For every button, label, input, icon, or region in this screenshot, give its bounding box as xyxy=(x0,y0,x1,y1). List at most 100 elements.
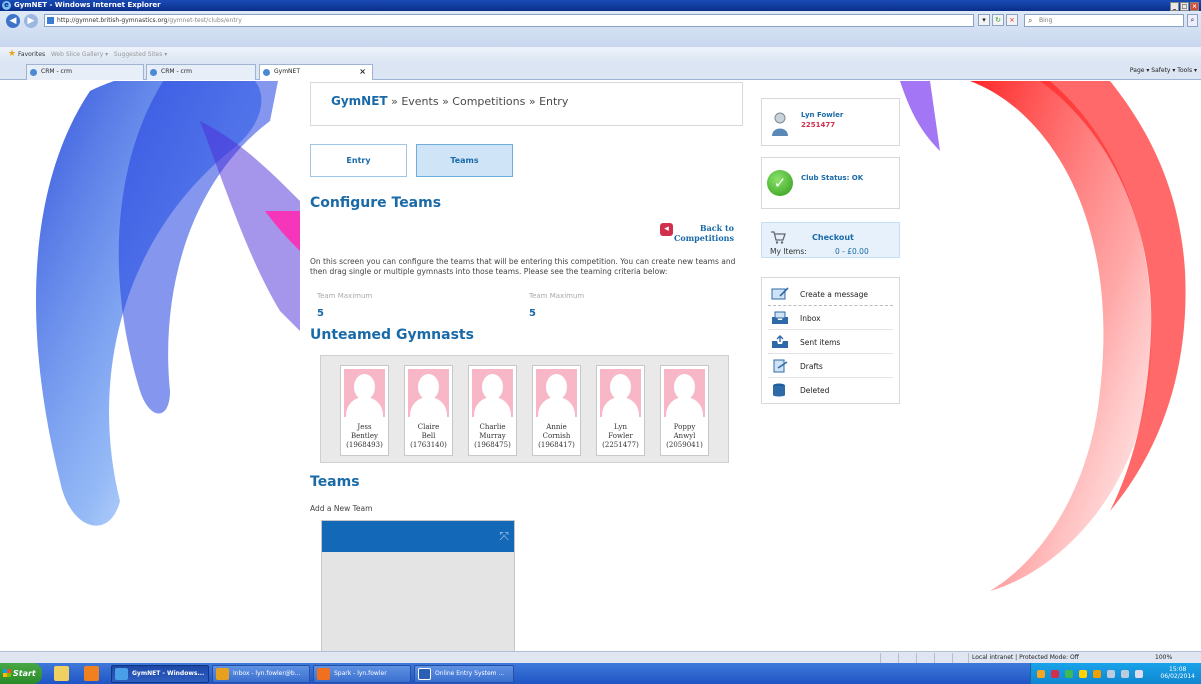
refresh-icon[interactable]: ↻ xyxy=(992,14,1004,26)
tab-label: GymNET xyxy=(274,68,300,75)
tab-ie-icon xyxy=(263,69,270,76)
tray-icon[interactable] xyxy=(1107,670,1115,678)
start-button[interactable]: Start xyxy=(0,663,42,684)
tab-entry[interactable]: Entry xyxy=(310,144,407,177)
page-viewport: GymNET » Events » Competitions » Entry E… xyxy=(0,81,1201,651)
criteria-label-2: Team Maximum xyxy=(529,292,585,300)
checkout-card[interactable]: Checkout My Items: 0 - £0.00 xyxy=(761,222,900,258)
breadcrumb-path[interactable]: » Events » Competitions » Entry xyxy=(388,95,568,108)
stop-icon[interactable]: × xyxy=(1006,14,1018,26)
deleted-link[interactable]: Deleted xyxy=(768,378,893,402)
close-team-icon[interactable]: ⤧ xyxy=(499,530,509,542)
back-link-line-2: Competitions xyxy=(674,233,734,243)
sent-items-link[interactable]: Sent items xyxy=(768,330,893,354)
tray-icon[interactable] xyxy=(1093,670,1101,678)
command-bar[interactable]: Page ▾ Safety ▾ Tools ▾ xyxy=(1130,66,1197,76)
taskbar-spark[interactable]: Spark - lyn.fowler xyxy=(313,665,411,683)
start-label: Start xyxy=(13,669,36,678)
gymnast-name: Annie Cornish (1968417) xyxy=(538,423,575,449)
add-new-team-link[interactable]: Add a New Team xyxy=(310,504,372,513)
gymnast-card[interactable]: Poppy Anwyl (2059041) xyxy=(660,365,709,456)
taskbar-gymnet[interactable]: GymNET - Windows... xyxy=(111,665,209,683)
maximize-button[interactable]: □ xyxy=(1180,2,1189,11)
outlook-icon xyxy=(216,668,229,680)
avatar-placeholder-icon xyxy=(344,369,385,417)
drafts-link[interactable]: Drafts xyxy=(768,354,893,378)
minimize-button[interactable]: _ xyxy=(1170,2,1179,11)
zoom-level[interactable]: 100% xyxy=(1155,652,1172,663)
criteria-value-1: 5 xyxy=(317,308,324,319)
window-controls: _ □ × xyxy=(1169,1,1199,11)
decorative-swirl-right xyxy=(900,81,1186,591)
avatar-placeholder-icon xyxy=(472,369,513,417)
breadcrumb-home[interactable]: GymNET xyxy=(331,94,388,108)
trash-icon xyxy=(773,383,785,397)
favorites-button[interactable]: Favorites xyxy=(18,51,45,58)
check-icon: ✓ xyxy=(767,170,793,196)
inbox-link[interactable]: Inbox xyxy=(768,306,893,330)
browser-tab-crm-1[interactable]: CRM - crm xyxy=(26,64,144,80)
browser-tab-gymnet[interactable]: GymNET × xyxy=(259,64,373,80)
my-items-value: 0 - £0.00 xyxy=(835,247,869,256)
forward-button[interactable]: ▶ xyxy=(24,14,38,28)
drafts-icon xyxy=(773,359,788,373)
user-name[interactable]: Lyn Fowler xyxy=(801,111,843,119)
browser-tab-crm-2[interactable]: CRM - crm xyxy=(146,64,256,80)
gymnast-card[interactable]: Annie Cornish (1968417) xyxy=(532,365,581,456)
breadcrumb-trail: GymNET » Events » Competitions » Entry xyxy=(331,94,568,108)
back-to-competitions-link[interactable]: ◂ Back to Competitions xyxy=(660,221,738,247)
taskbar-word[interactable]: Online Entry System ... xyxy=(414,665,514,683)
team-header: ⤧ xyxy=(322,521,514,552)
sent-icon xyxy=(772,335,788,348)
url-input[interactable]: http://gymnet.british-gymnastics.org/gym… xyxy=(44,14,974,27)
ie-icon: e xyxy=(2,1,11,10)
fav-web-slice-gallery[interactable]: Web Slice Gallery ▾ xyxy=(51,51,108,58)
back-arrow-icon: ◂ xyxy=(660,223,673,236)
tab-label: CRM - crm xyxy=(41,68,73,75)
tray-icon[interactable] xyxy=(1037,670,1045,678)
gymnast-card[interactable]: Charlie Murray (1968475) xyxy=(468,365,517,456)
volume-icon[interactable] xyxy=(1135,670,1143,678)
tab-teams[interactable]: Teams xyxy=(416,144,513,177)
create-message-link[interactable]: Create a message xyxy=(768,282,893,306)
clock[interactable]: 15:08 06/02/2014 xyxy=(1160,666,1195,680)
page-icon xyxy=(47,17,54,24)
dropdown-icon[interactable]: ▾ xyxy=(978,14,990,26)
tab-close-icon[interactable]: × xyxy=(359,65,366,79)
media-player-icon[interactable] xyxy=(84,666,99,681)
browser-status-bar: Local intranet | Protected Mode: Off 100… xyxy=(0,651,1201,663)
taskbar-outlook[interactable]: Inbox - lyn.fowler@b... xyxy=(212,665,310,683)
back-button[interactable]: ◀ xyxy=(6,14,20,28)
tab-label: CRM - crm xyxy=(161,68,193,75)
address-toolbar: ◀ ▶ http://gymnet.british-gymnastics.org… xyxy=(0,11,1201,47)
tray-icon[interactable] xyxy=(1065,670,1073,678)
avatar-placeholder-icon xyxy=(664,369,705,417)
security-zone[interactable]: Local intranet | Protected Mode: Off xyxy=(972,652,1079,663)
checkout-title[interactable]: Checkout xyxy=(812,233,854,242)
gymnast-card[interactable]: Jess Bentley (1968493) xyxy=(340,365,389,456)
tray-icon[interactable] xyxy=(1079,670,1087,678)
messages-card: Create a message Inbox Sent items Drafts… xyxy=(761,277,900,404)
criteria-value-2: 5 xyxy=(529,308,536,319)
taskbar-label: GymNET - Windows... xyxy=(132,670,205,677)
close-window-button[interactable]: × xyxy=(1190,2,1199,11)
tray-icon[interactable] xyxy=(1051,670,1059,678)
cart-icon xyxy=(771,231,786,244)
search-input[interactable]: ⌕ Bing xyxy=(1024,14,1184,27)
gymnast-card[interactable]: Lyn Fowler (2251477) xyxy=(596,365,645,456)
url-host: http://gymnet.british-gymnastics.org xyxy=(57,17,168,24)
favorites-bar: ★ Favorites Web Slice Gallery ▾ Suggeste… xyxy=(0,47,1201,62)
gymnast-card[interactable]: Claire Bell (1763140) xyxy=(404,365,453,456)
explorer-icon[interactable] xyxy=(54,666,69,681)
tray-icon[interactable] xyxy=(1121,670,1129,678)
page-title: Configure Teams xyxy=(310,195,442,211)
team-dropzone[interactable]: ⤧ xyxy=(321,520,515,651)
clock-date: 06/02/2014 xyxy=(1160,673,1195,680)
teams-title: Teams xyxy=(310,474,360,490)
fav-suggested-sites[interactable]: Suggested Sites ▾ xyxy=(114,51,167,58)
window-titlebar: e GymNET - Windows Internet Explorer _ □ × xyxy=(0,0,1201,11)
search-go-button[interactable]: ⌕ xyxy=(1187,14,1198,27)
gymnast-name: Poppy Anwyl (2059041) xyxy=(666,423,703,449)
back-link-text: Back to Competitions xyxy=(674,223,734,243)
ie-icon xyxy=(115,668,128,680)
